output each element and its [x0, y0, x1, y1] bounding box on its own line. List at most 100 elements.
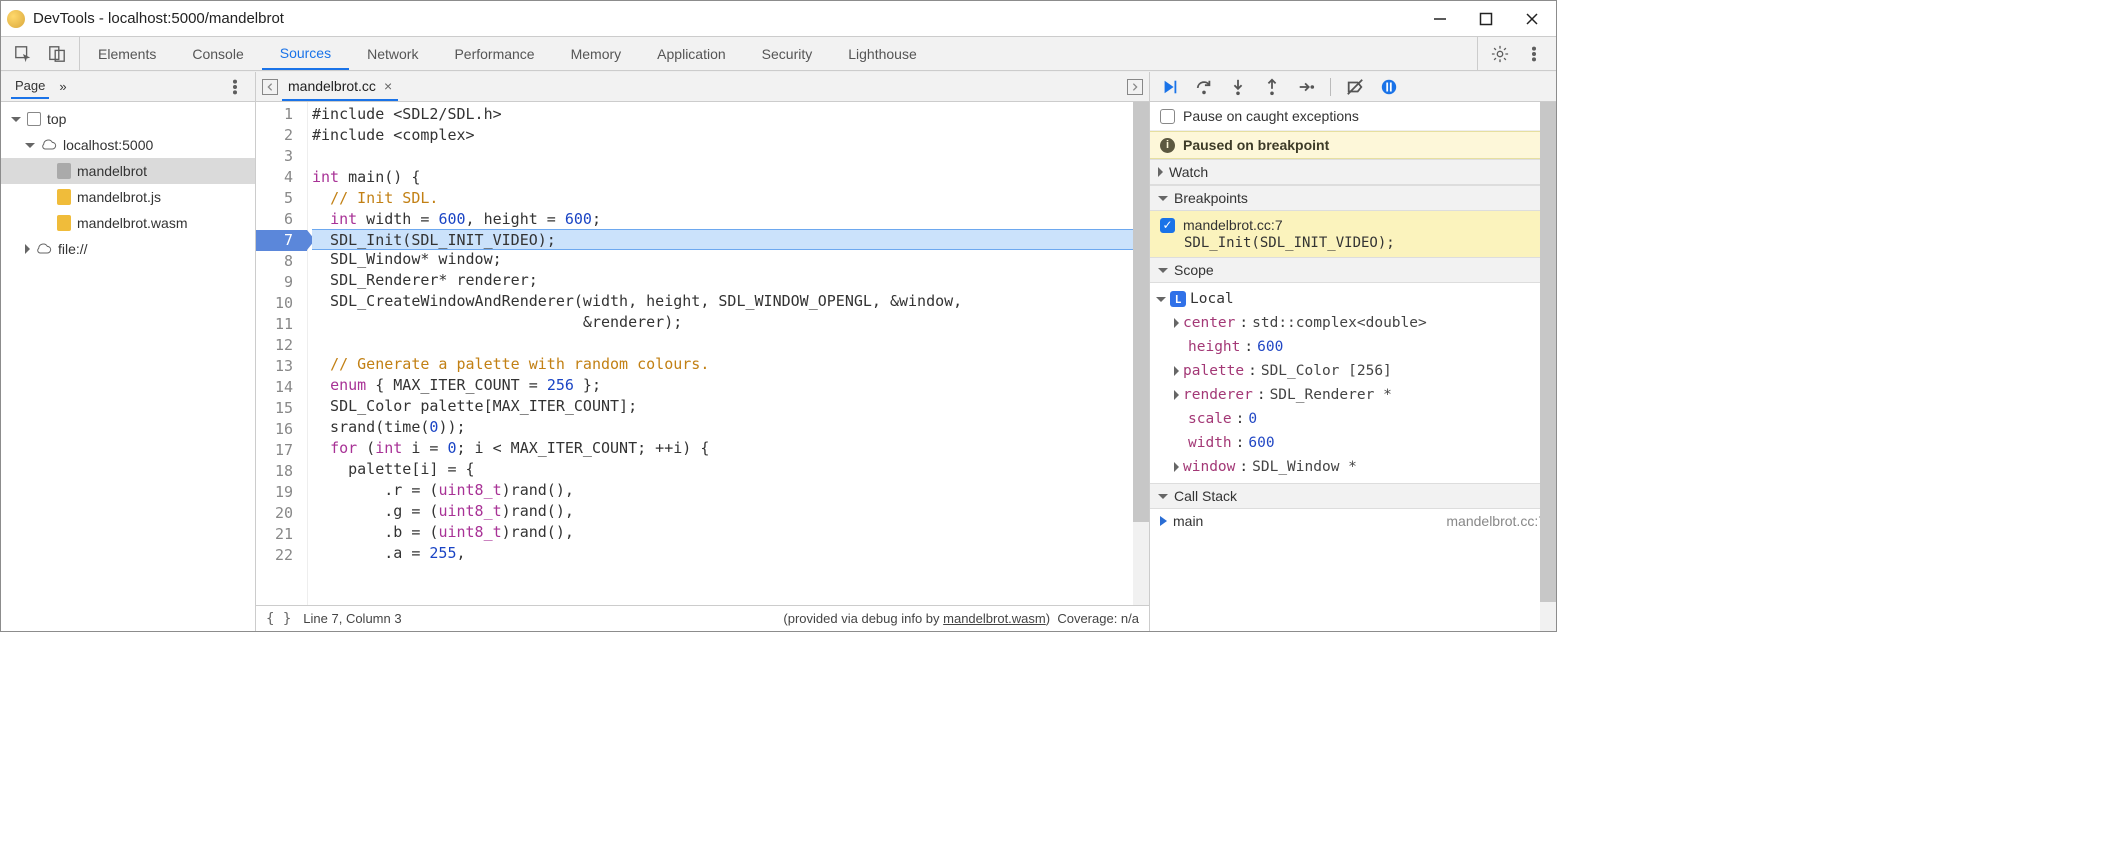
- tab-memory[interactable]: Memory: [553, 37, 640, 70]
- tab-elements[interactable]: Elements: [80, 37, 174, 70]
- scope-local[interactable]: LLocal: [1156, 287, 1550, 311]
- step-button[interactable]: [1296, 77, 1316, 97]
- navigator-page-tab[interactable]: Page: [11, 74, 49, 99]
- minimize-button[interactable]: [1432, 11, 1448, 27]
- scope-var[interactable]: center: std::complex<double>: [1156, 311, 1550, 335]
- breakpoint-code: SDL_Init(SDL_INIT_VIDEO);: [1160, 233, 1542, 251]
- cloud-icon: [36, 241, 52, 257]
- tab-sources[interactable]: Sources: [262, 37, 349, 70]
- tree-label: top: [47, 111, 66, 127]
- navigator-kebab-icon[interactable]: [225, 77, 245, 97]
- paused-banner-text: Paused on breakpoint: [1183, 137, 1329, 153]
- scope-var[interactable]: window: SDL_Window *: [1156, 455, 1550, 479]
- pretty-print-icon[interactable]: { }: [266, 611, 291, 627]
- info-icon: i: [1160, 138, 1175, 153]
- scope-var[interactable]: palette: SDL_Color [256]: [1156, 359, 1550, 383]
- paused-banner: i Paused on breakpoint: [1150, 131, 1556, 159]
- source-tab[interactable]: mandelbrot.cc ×: [282, 72, 398, 101]
- source-tab-label: mandelbrot.cc: [288, 78, 376, 94]
- scrollbar-thumb[interactable]: [1540, 102, 1556, 602]
- step-over-button[interactable]: [1194, 77, 1214, 97]
- scrollbar-thumb[interactable]: [1133, 102, 1149, 522]
- checkbox-checked[interactable]: [1160, 218, 1175, 233]
- navigator-header: Page »: [1, 72, 255, 102]
- tab-security[interactable]: Security: [744, 37, 831, 70]
- pause-on-caught-row[interactable]: Pause on caught exceptions: [1150, 102, 1556, 131]
- chevron-right-icon: [1174, 390, 1179, 400]
- scope-var[interactable]: renderer: SDL_Renderer *: [1156, 383, 1550, 407]
- chevron-right-icon: [1174, 318, 1179, 328]
- titlebar: DevTools - localhost:5000/mandelbrot: [1, 1, 1556, 37]
- tree-top[interactable]: top: [1, 106, 255, 132]
- debugger-scrollbar[interactable]: [1540, 102, 1556, 631]
- navigator-panel: Page » top localhost:5000 mandelbrot man…: [1, 72, 256, 631]
- editor-scrollbar[interactable]: [1133, 102, 1149, 605]
- chevron-down-icon: [1158, 196, 1168, 201]
- chevron-down-icon: [1158, 494, 1168, 499]
- tree-host[interactable]: localhost:5000: [1, 132, 255, 158]
- scope-var[interactable]: scale: 0: [1156, 407, 1550, 431]
- tab-lighthouse[interactable]: Lighthouse: [830, 37, 935, 70]
- nav-next-icon[interactable]: [1127, 79, 1143, 95]
- source-tab-bar: mandelbrot.cc ×: [256, 72, 1149, 102]
- tree-file-mandelbrot-js[interactable]: mandelbrot.js: [1, 184, 255, 210]
- pause-on-caught-label: Pause on caught exceptions: [1183, 108, 1359, 124]
- frame-icon: [27, 112, 41, 126]
- inspect-element-icon[interactable]: [13, 44, 33, 64]
- chevron-right-icon: [1174, 366, 1179, 376]
- settings-icon[interactable]: [1490, 44, 1510, 64]
- tab-network[interactable]: Network: [349, 37, 436, 70]
- checkbox-unchecked[interactable]: [1160, 109, 1175, 124]
- code-lines[interactable]: #include <SDL2/SDL.h>#include <complex>i…: [308, 102, 1149, 605]
- tab-performance[interactable]: Performance: [436, 37, 552, 70]
- file-icon: [57, 163, 71, 179]
- call-location: mandelbrot.cc:7: [1446, 513, 1546, 529]
- debug-info-source: (provided via debug info by mandelbrot.w…: [783, 611, 1139, 626]
- maximize-button[interactable]: [1478, 11, 1494, 27]
- step-out-button[interactable]: [1262, 77, 1282, 97]
- pause-on-exceptions-button[interactable]: [1379, 77, 1399, 97]
- scope-var[interactable]: height: 600: [1156, 335, 1550, 359]
- code-editor[interactable]: 12345678910111213141516171819202122 #inc…: [256, 102, 1149, 605]
- breakpoints-section-header[interactable]: Breakpoints: [1150, 185, 1556, 211]
- tab-application[interactable]: Application: [639, 37, 744, 70]
- debugger-panel: Pause on caught exceptions i Paused on b…: [1150, 72, 1556, 631]
- deactivate-breakpoints-button[interactable]: [1345, 77, 1365, 97]
- device-toggle-icon[interactable]: [47, 44, 67, 64]
- wasm-file-icon: [57, 215, 71, 231]
- scope-section-header[interactable]: Scope: [1150, 257, 1556, 283]
- scope-body: LLocal center: std::complex<double>heigh…: [1150, 283, 1556, 483]
- close-tab-icon[interactable]: ×: [384, 78, 392, 94]
- nav-prev-icon[interactable]: [262, 79, 278, 95]
- navigator-more-icon[interactable]: »: [59, 79, 66, 94]
- chevron-right-icon: [25, 244, 30, 254]
- call-frame[interactable]: main mandelbrot.cc:7: [1150, 509, 1556, 533]
- tab-console[interactable]: Console: [174, 37, 261, 70]
- source-panel: mandelbrot.cc × 123456789101112131415161…: [256, 72, 1150, 631]
- resume-button[interactable]: [1160, 77, 1180, 97]
- tree-file-mandelbrot[interactable]: mandelbrot: [1, 158, 255, 184]
- breakpoint-item[interactable]: mandelbrot.cc:7 SDL_Init(SDL_INIT_VIDEO)…: [1150, 211, 1556, 257]
- js-file-icon: [57, 189, 71, 205]
- tree-file-scheme[interactable]: file://: [1, 236, 255, 262]
- callstack-section-header[interactable]: Call Stack: [1150, 483, 1556, 509]
- tree-label: mandelbrot: [77, 163, 147, 179]
- local-badge-icon: L: [1170, 291, 1186, 307]
- cursor-position: Line 7, Column 3: [303, 611, 401, 626]
- tree-label: mandelbrot.wasm: [77, 215, 188, 231]
- chevron-right-icon: [1158, 167, 1163, 177]
- step-into-button[interactable]: [1228, 77, 1248, 97]
- app-favicon: [7, 10, 25, 28]
- watch-section-header[interactable]: Watch: [1150, 159, 1556, 185]
- close-button[interactable]: [1524, 11, 1540, 27]
- coverage-label: Coverage: n/a: [1057, 611, 1139, 626]
- tree-file-mandelbrot-wasm[interactable]: mandelbrot.wasm: [1, 210, 255, 236]
- chevron-down-icon: [1156, 297, 1166, 302]
- scope-var[interactable]: width: 600: [1156, 431, 1550, 455]
- debugger-toolbar: [1150, 72, 1556, 102]
- kebab-menu-icon[interactable]: [1524, 44, 1544, 64]
- current-frame-icon: [1160, 516, 1167, 526]
- line-gutter[interactable]: 12345678910111213141516171819202122: [256, 102, 308, 605]
- debug-source-link[interactable]: mandelbrot.wasm: [943, 611, 1046, 626]
- devtools-window: DevTools - localhost:5000/mandelbrot Ele…: [0, 0, 1557, 632]
